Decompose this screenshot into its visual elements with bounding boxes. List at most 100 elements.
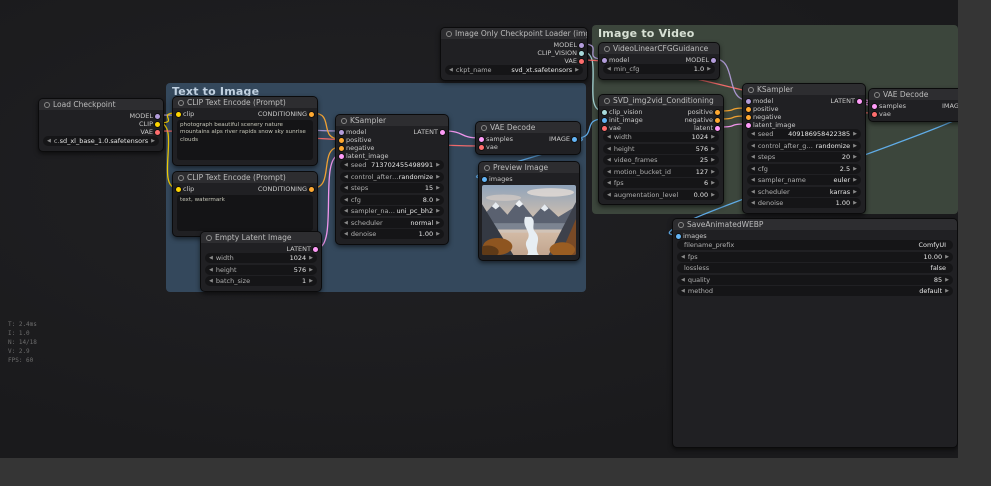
min-cfg-widget[interactable]: ◀min_cfg1.0▶ bbox=[603, 64, 715, 74]
video-frames-widget[interactable]: ◀video_frames25▶ bbox=[603, 155, 719, 165]
increment-arrow[interactable]: ▶ bbox=[711, 192, 715, 198]
decrement-arrow[interactable]: ◀ bbox=[607, 66, 611, 72]
decrement-arrow[interactable]: ◀ bbox=[681, 277, 685, 283]
input-dot[interactable] bbox=[339, 154, 344, 159]
node-title-bar[interactable]: Empty Latent Image bbox=[201, 232, 321, 243]
node-vae-decode-1[interactable]: VAE DecodesamplesIMAGEvae bbox=[475, 121, 581, 155]
increment-arrow[interactable]: ▶ bbox=[436, 162, 440, 168]
collapse-icon[interactable] bbox=[678, 222, 684, 228]
increment-arrow[interactable]: ▶ bbox=[436, 220, 440, 226]
decrement-arrow[interactable]: ◀ bbox=[751, 131, 755, 137]
decrement-arrow[interactable]: ◀ bbox=[344, 197, 348, 203]
increment-arrow[interactable]: ▶ bbox=[853, 131, 857, 137]
decrement-arrow[interactable]: ◀ bbox=[47, 138, 51, 144]
output-dot[interactable] bbox=[857, 99, 862, 104]
node-ksampler-2[interactable]: KSamplermodelLATENTpositivenegativelaten… bbox=[742, 83, 866, 214]
output-dot[interactable] bbox=[579, 51, 584, 56]
output-dot[interactable] bbox=[711, 58, 716, 63]
increment-arrow[interactable]: ▶ bbox=[853, 143, 857, 149]
increment-arrow[interactable]: ▶ bbox=[309, 255, 313, 261]
denoise-widget[interactable]: ◀denoise1.00▶ bbox=[747, 198, 861, 208]
node-empty-latent-image[interactable]: Empty Latent ImageLATENT◀width1024▶◀heig… bbox=[200, 231, 322, 292]
node-ksampler-1[interactable]: KSamplermodelLATENTpositivenegativelaten… bbox=[335, 114, 449, 245]
increment-arrow[interactable]: ▶ bbox=[853, 189, 857, 195]
input-dot[interactable] bbox=[872, 104, 877, 109]
input-dot[interactable] bbox=[746, 115, 751, 120]
images-input-slot[interactable]: images bbox=[676, 232, 707, 240]
decrement-arrow[interactable]: ◀ bbox=[607, 180, 611, 186]
collapse-icon[interactable] bbox=[481, 125, 487, 131]
collapse-icon[interactable] bbox=[604, 46, 610, 52]
node-load-checkpoint[interactable]: Load CheckpointMODELCLIPVAE◀ckpt_namesd_… bbox=[38, 98, 164, 152]
positive-input-slot[interactable]: positive bbox=[746, 105, 779, 113]
latent-output-slot[interactable]: latent bbox=[694, 124, 720, 132]
model-input-slot[interactable]: model bbox=[602, 56, 629, 64]
model-input-slot[interactable]: model bbox=[339, 128, 366, 136]
node-vae-decode-2[interactable]: VAE DecodesamplesIMAGEvae bbox=[868, 88, 958, 122]
node-clip-text-encode-positive[interactable]: CLIP Text Encode (Prompt)clipCONDITIONIN… bbox=[172, 96, 318, 166]
CLIP-output-slot[interactable]: CLIP bbox=[139, 120, 160, 128]
cfg-widget[interactable]: ◀cfg2.5▶ bbox=[747, 164, 861, 174]
samples-input-slot[interactable]: samples bbox=[872, 102, 906, 110]
height-widget[interactable]: ◀height576▶ bbox=[603, 144, 719, 154]
node-title-bar[interactable]: VAE Decode bbox=[869, 89, 958, 100]
input-dot[interactable] bbox=[746, 99, 751, 104]
latent_image-input-slot[interactable]: latent_image bbox=[339, 152, 389, 160]
increment-arrow[interactable]: ▶ bbox=[436, 208, 440, 214]
node-clip-text-encode-negative[interactable]: CLIP Text Encode (Prompt)clipCONDITIONIN… bbox=[172, 171, 318, 237]
steps-widget[interactable]: ◀steps20▶ bbox=[747, 152, 861, 162]
output-dot[interactable] bbox=[572, 137, 577, 142]
clip_vision-input-slot[interactable]: clip_vision bbox=[602, 108, 643, 116]
output-dot[interactable] bbox=[579, 59, 584, 64]
clip-input-slot[interactable]: clip bbox=[176, 185, 194, 193]
output-dot[interactable] bbox=[309, 187, 314, 192]
control-after-generate-widget[interactable]: ◀control_after_generaterandomize▶ bbox=[747, 141, 861, 151]
output-dot[interactable] bbox=[155, 122, 160, 127]
ckpt-name-widget[interactable]: ◀ckpt_namesvd_xt.safetensors▶ bbox=[445, 65, 583, 75]
decrement-arrow[interactable]: ◀ bbox=[344, 220, 348, 226]
decrement-arrow[interactable]: ◀ bbox=[449, 67, 453, 73]
input-dot[interactable] bbox=[746, 123, 751, 128]
vae-input-slot[interactable]: vae bbox=[602, 124, 621, 132]
decrement-arrow[interactable]: ◀ bbox=[751, 166, 755, 172]
collapse-icon[interactable] bbox=[206, 235, 212, 241]
node-title-bar[interactable]: CLIP Text Encode (Prompt) bbox=[173, 97, 317, 108]
quality-widget[interactable]: ◀quality85▶ bbox=[677, 275, 953, 285]
increment-arrow[interactable]: ▶ bbox=[575, 67, 579, 73]
node-title-bar[interactable]: VideoLinearCFGGuidance bbox=[599, 43, 719, 54]
collapse-icon[interactable] bbox=[178, 175, 184, 181]
decrement-arrow[interactable]: ◀ bbox=[209, 255, 213, 261]
sampler-name-widget[interactable]: ◀sampler_nameuni_pc_bh2▶ bbox=[340, 206, 444, 216]
cfg-widget[interactable]: ◀cfg8.0▶ bbox=[340, 195, 444, 205]
LATENT-output-slot[interactable]: LATENT bbox=[413, 128, 445, 136]
method-widget[interactable]: ◀methoddefault▶ bbox=[677, 286, 953, 296]
scheduler-widget[interactable]: ◀schedulerkarras▶ bbox=[747, 187, 861, 197]
increment-arrow[interactable]: ▶ bbox=[151, 138, 155, 144]
collapse-icon[interactable] bbox=[484, 165, 490, 171]
MODEL-output-slot[interactable]: MODEL bbox=[130, 112, 160, 120]
model-input-slot[interactable]: model bbox=[746, 97, 773, 105]
decrement-arrow[interactable]: ◀ bbox=[344, 208, 348, 214]
collapse-icon[interactable] bbox=[874, 92, 880, 98]
increment-arrow[interactable]: ▶ bbox=[436, 231, 440, 237]
steps-widget[interactable]: ◀steps15▶ bbox=[340, 183, 444, 193]
control-after-generate-widget[interactable]: ◀control_after_generaterandomize▶ bbox=[340, 172, 444, 182]
node-title-bar[interactable]: KSampler bbox=[336, 115, 448, 126]
increment-arrow[interactable]: ▶ bbox=[853, 166, 857, 172]
augmentation-level-widget[interactable]: ◀augmentation_level0.00▶ bbox=[603, 190, 719, 200]
CONDITIONING-output-slot[interactable]: CONDITIONING bbox=[258, 185, 314, 193]
increment-arrow[interactable]: ▶ bbox=[711, 157, 715, 163]
positive-input-slot[interactable]: positive bbox=[339, 136, 372, 144]
fps-widget[interactable]: ◀fps10.00▶ bbox=[677, 252, 953, 262]
seed-widget[interactable]: ◀seed409186958422385▶ bbox=[747, 129, 861, 139]
decrement-arrow[interactable]: ◀ bbox=[751, 154, 755, 160]
IMAGE-output-slot[interactable]: IMAGE bbox=[549, 135, 577, 143]
collapse-icon[interactable] bbox=[341, 118, 347, 124]
prompt-textarea[interactable]: photograph beautiful scenery nature moun… bbox=[177, 120, 313, 160]
increment-arrow[interactable]: ▶ bbox=[711, 146, 715, 152]
increment-arrow[interactable]: ▶ bbox=[711, 180, 715, 186]
output-dot[interactable] bbox=[440, 130, 445, 135]
decrement-arrow[interactable]: ◀ bbox=[607, 146, 611, 152]
increment-arrow[interactable]: ▶ bbox=[707, 66, 711, 72]
node-save-animated-webp[interactable]: SaveAnimatedWEBPimagesfilename_prefixCom… bbox=[672, 218, 958, 448]
